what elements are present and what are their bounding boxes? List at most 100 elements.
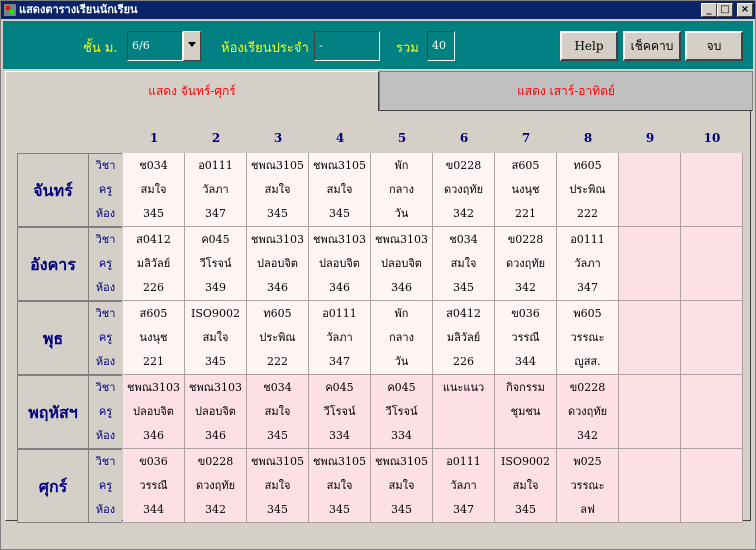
cell-subject: พัก bbox=[394, 159, 409, 172]
timetable-cell[interactable]: พัก กลาง วัน bbox=[371, 153, 433, 227]
timetable-cell[interactable]: อ0111 วัลภา 347 bbox=[557, 227, 619, 301]
cell-subject: พัก bbox=[394, 307, 409, 320]
cell-room: 221 bbox=[143, 355, 164, 368]
timetable-cell[interactable]: อ0111 วัลภา 347 bbox=[433, 449, 495, 523]
cell-teacher: วัลภา bbox=[202, 183, 229, 196]
timetable-cell[interactable] bbox=[619, 449, 681, 523]
tab-bar: แสดง จันทร์-ศุกร์ แสดง เสาร์-อาทิตย์ bbox=[3, 71, 753, 111]
timetable-cell[interactable]: ชพณ3103 ปลอบจิต 346 bbox=[185, 375, 247, 449]
timetable-cell[interactable] bbox=[619, 227, 681, 301]
help-button[interactable]: Help bbox=[560, 31, 618, 61]
timetable-cell[interactable]: อ0111 วัลภา 347 bbox=[185, 153, 247, 227]
timetable-cell[interactable]: ชพณ3105 สมใจ 345 bbox=[371, 449, 433, 523]
timetable-cell[interactable]: ส0412 มลิวัลย์ 226 bbox=[123, 227, 185, 301]
class-dropdown-button[interactable] bbox=[183, 31, 201, 61]
cell-teacher: สมใจ bbox=[202, 331, 229, 344]
timetable-cell[interactable]: อ0111 วัลภา 347 bbox=[309, 301, 371, 375]
timetable-cell[interactable] bbox=[681, 153, 743, 227]
timetable-cell[interactable]: แนะแนว bbox=[433, 375, 495, 449]
cell-room: 346 bbox=[143, 429, 164, 442]
timetable-cell[interactable]: พ025 วรรณะ ลฟ bbox=[557, 449, 619, 523]
timetable-cell[interactable] bbox=[619, 153, 681, 227]
cell-subject: ชพณ3103 bbox=[127, 381, 180, 394]
timetable-cell[interactable]: ข0228 ดวงฤทัย 342 bbox=[185, 449, 247, 523]
cell-subject bbox=[681, 376, 742, 400]
cell-room: 345 bbox=[205, 355, 226, 368]
cell-room bbox=[681, 350, 742, 374]
timetable-cell[interactable] bbox=[619, 375, 681, 449]
cell-subject bbox=[681, 450, 742, 474]
timetable-cell[interactable]: ท605 ประพิณ 222 bbox=[557, 153, 619, 227]
timetable-cell[interactable] bbox=[681, 301, 743, 375]
timetable-cell[interactable]: ส605 นงนุช 221 bbox=[495, 153, 557, 227]
cell-subject bbox=[681, 228, 742, 252]
timetable-cell[interactable]: ค045 วีโรจน์ 334 bbox=[309, 375, 371, 449]
timetable-cell[interactable]: ค045 วีโรจน์ 334 bbox=[371, 375, 433, 449]
minimize-icon: _ bbox=[706, 4, 712, 15]
cell-teacher bbox=[433, 400, 494, 424]
cell-room: 342 bbox=[205, 503, 226, 516]
tab-weekdays[interactable]: แสดง จันทร์-ศุกร์ bbox=[5, 71, 379, 111]
cell-teacher bbox=[619, 326, 680, 350]
close-button[interactable]: × bbox=[737, 3, 753, 17]
timetable-cell[interactable]: ข0228 ดวงฤทัย 342 bbox=[433, 153, 495, 227]
row-field-label: ห้อง bbox=[95, 503, 116, 516]
timetable-cell[interactable]: พัก กลาง วัน bbox=[371, 301, 433, 375]
timetable-cell[interactable]: ชพณ3105 สมใจ 345 bbox=[309, 153, 371, 227]
homeroom-field[interactable]: - bbox=[314, 31, 380, 61]
cell-teacher bbox=[681, 252, 742, 276]
timetable-cell[interactable]: ข036 วรรณี 344 bbox=[123, 449, 185, 523]
timetable-cell[interactable] bbox=[681, 375, 743, 449]
exit-button[interactable]: จบ bbox=[685, 31, 743, 61]
cell-room: 222 bbox=[577, 207, 598, 220]
timetable-cell[interactable]: ชพณ3105 สมใจ 345 bbox=[247, 449, 309, 523]
timetable-cell[interactable] bbox=[619, 301, 681, 375]
cell-teacher: วัลภา bbox=[574, 257, 601, 270]
timetable-cell[interactable] bbox=[681, 227, 743, 301]
cell-subject: ข0228 bbox=[569, 381, 606, 394]
cell-teacher: ดวงฤทัย bbox=[195, 479, 236, 492]
cell-room: 349 bbox=[205, 281, 226, 294]
timetable-cell[interactable]: ชพณ3105 สมใจ 345 bbox=[247, 153, 309, 227]
cell-subject: ข036 bbox=[139, 455, 168, 468]
timetable-cell[interactable]: ชพณ3103 ปลอบจิต 346 bbox=[123, 375, 185, 449]
timetable-cell[interactable]: ข0228 ดวงฤทัย 342 bbox=[495, 227, 557, 301]
timetable-cell[interactable]: ช034 สมใจ 345 bbox=[123, 153, 185, 227]
period-header: 3 bbox=[273, 131, 283, 145]
timetable-cell[interactable]: ช034 สมใจ 345 bbox=[433, 227, 495, 301]
cell-teacher: ปลอบจิต bbox=[381, 257, 422, 270]
period-header: 7 bbox=[521, 131, 531, 145]
cell-subject: ส0412 bbox=[446, 307, 481, 320]
row-field-labels: วิชา ครู ห้อง bbox=[89, 375, 122, 449]
timetable-cell[interactable]: ชพณ3103 ปลอบจิต 346 bbox=[309, 227, 371, 301]
timetable-cell[interactable]: ส605 นงนุช 221 bbox=[123, 301, 185, 375]
timetable-cell[interactable]: ข036 วรรณี 344 bbox=[495, 301, 557, 375]
period-header: 8 bbox=[583, 131, 593, 145]
timetable-cell[interactable]: ISO9002 สมใจ 345 bbox=[495, 449, 557, 523]
maximize-button[interactable]: □ bbox=[717, 3, 733, 17]
timetable-cell[interactable]: ข0228 ดวงฤทัย 342 bbox=[557, 375, 619, 449]
timetable-cell[interactable]: พ605 วรรณะ ญูสส. bbox=[557, 301, 619, 375]
class-select[interactable]: 6/6 bbox=[127, 31, 183, 61]
timetable-cell[interactable]: กิจกรรม ชุมชน bbox=[495, 375, 557, 449]
timetable-cell[interactable]: ชพณ3103 ปลอบจิต 346 bbox=[371, 227, 433, 301]
cell-room: 226 bbox=[143, 281, 164, 294]
timetable-cell[interactable]: ท605 ประพิณ 222 bbox=[247, 301, 309, 375]
minimize-button[interactable]: _ bbox=[701, 3, 717, 17]
cell-subject bbox=[619, 302, 680, 326]
timetable-cell[interactable]: ชพณ3105 สมใจ 345 bbox=[309, 449, 371, 523]
timetable-cell[interactable]: ส0412 มลิวัลย์ 226 bbox=[433, 301, 495, 375]
cell-room bbox=[495, 424, 556, 448]
title-bar[interactable]: แสดงตารางเรียนนักเรียน _ □ × bbox=[1, 1, 755, 19]
tab-weekend[interactable]: แสดง เสาร์-อาทิตย์ bbox=[379, 71, 753, 111]
timetable-cell[interactable]: ช034 สมใจ 345 bbox=[247, 375, 309, 449]
cell-teacher: วีโรจน์ bbox=[385, 405, 418, 418]
cell-subject: ช034 bbox=[139, 159, 168, 172]
cell-subject: ชพณ3103 bbox=[251, 233, 304, 246]
timetable-cell[interactable]: ISO9002 สมใจ 345 bbox=[185, 301, 247, 375]
timetable-cell[interactable]: ชพณ3103 ปลอบจิต 346 bbox=[247, 227, 309, 301]
timetable-cell[interactable]: ค045 วีโรจน์ 349 bbox=[185, 227, 247, 301]
timetable-cell[interactable] bbox=[681, 449, 743, 523]
class-select-value: 6/6 bbox=[132, 39, 150, 52]
check-period-button[interactable]: เช็คคาบ bbox=[623, 31, 681, 61]
